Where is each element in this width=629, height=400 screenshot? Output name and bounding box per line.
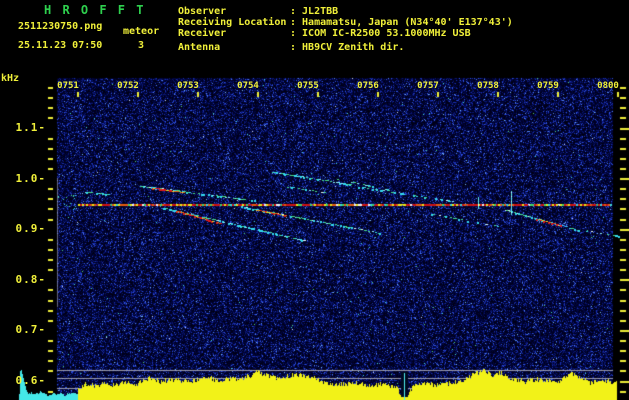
info-label-observer: Observer (178, 6, 227, 17)
freq-label-1.0: 1.0- (15, 172, 46, 185)
time-label-0758: 0758 (477, 81, 499, 91)
y-axis-unit: kHz (1, 73, 20, 84)
info-label-receiver: Receiver (178, 28, 227, 39)
time-label-0757: 0757 (417, 81, 439, 91)
datetime-label: 25.11.23 07:50 (18, 40, 103, 51)
time-label-0755: 0755 (297, 81, 319, 91)
time-label-0751: 0751 (57, 81, 79, 91)
freq-label-1.1: 1.1- (15, 121, 46, 134)
time-label-0754: 0754 (237, 81, 259, 91)
info-value-receiver: : ICOM IC-R2500 53.1000MHz USB (290, 28, 471, 39)
info-value-location: : Hamamatsu, Japan (N34°40' E137°43') (290, 17, 513, 28)
mode-label: meteor (123, 26, 160, 37)
freq-label-0.9: 0.9- (15, 222, 46, 235)
app-title: H R O F F T (44, 3, 146, 17)
info-label-location: Receiving Location (178, 17, 287, 28)
time-label-0800: 0800 (597, 81, 619, 91)
freq-label-0.8: 0.8- (15, 273, 46, 286)
freq-label-0.7: 0.7- (15, 323, 46, 336)
info-value-antenna: : HB9CV Zenith dir. (290, 42, 405, 53)
info-value-observer: : JL2TBB (290, 6, 339, 17)
info-label-antenna: Antenna (178, 42, 221, 53)
time-label-0756: 0756 (357, 81, 379, 91)
time-label-0752: 0752 (117, 81, 139, 91)
spectrogram-canvas (0, 0, 629, 400)
time-label-0753: 0753 (177, 81, 199, 91)
hrofft-screen: H R O F F T 2511230750.png meteor 25.11.… (0, 0, 629, 400)
echo-count: 3 (138, 40, 145, 51)
output-filename: 2511230750.png (18, 21, 103, 32)
time-label-0759: 0759 (537, 81, 559, 91)
freq-label-0.6: 0.6- (15, 374, 46, 387)
